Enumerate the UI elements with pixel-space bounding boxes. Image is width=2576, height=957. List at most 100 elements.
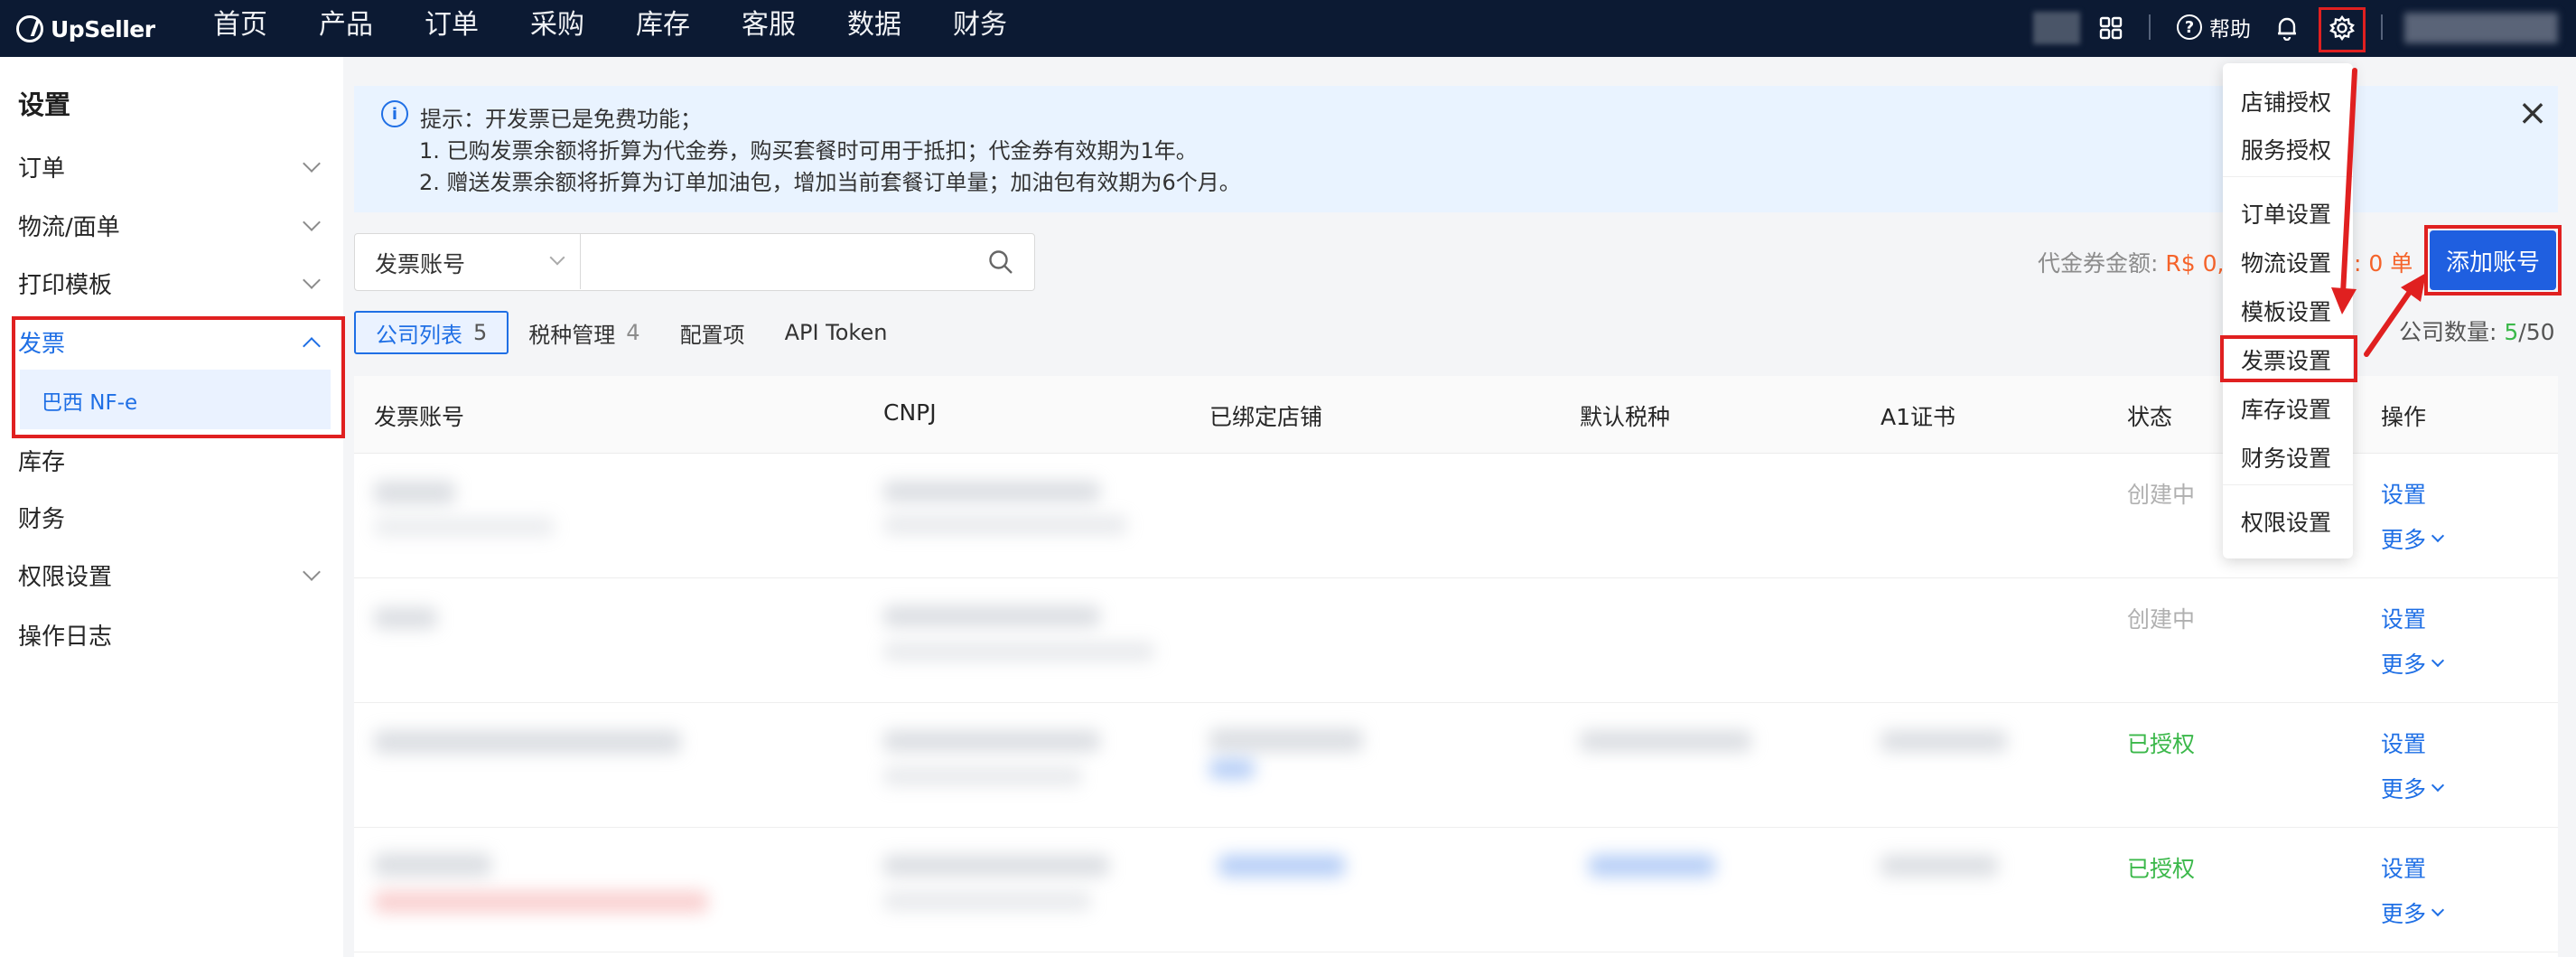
info-icon: i [381,100,408,127]
column-header: 操作 [2381,404,2427,430]
chevron-down-icon [2431,529,2445,543]
menu-item-shop-auth[interactable]: 店铺授权 [2241,85,2331,117]
chevron-down-icon [303,562,321,581]
row-settings-link[interactable]: 设置 [2381,727,2426,759]
blurred-account [374,853,491,877]
divider [2381,14,2383,40]
status-badge: 创建中 [2127,482,2196,508]
grid-icon[interactable] [2094,11,2128,45]
row-settings-link[interactable]: 设置 [2381,851,2426,884]
blurred-shop [1218,855,1345,877]
sidebar-item-operation-log[interactable]: 操作日志 [18,618,325,652]
nav-item-orders[interactable]: 订单 [425,0,479,57]
top-navbar: UpSeller 首页 产品 订单 采购 库存 客服 数据 财务 ? 帮助 [0,0,2576,57]
blurred-account-detail [374,517,555,537]
blurred-tax [1589,855,1715,877]
row-more-label: 更多 [2381,776,2427,802]
logo-mark-icon [16,15,43,42]
sidebar-item-label: 打印模板 [18,272,113,299]
tab-label: API Token [784,320,888,345]
help-label: 帮助 [2209,18,2251,42]
nav-item-purchase[interactable]: 采购 [530,0,584,57]
help-button[interactable]: ? 帮助 [2177,9,2251,45]
help-circle-icon: ? [2177,14,2202,40]
column-header: 状态 [2127,404,2173,430]
menu-item-service-auth[interactable]: 服务授权 [2241,133,2331,165]
notice-line: 1. 已购发票余额将折算为代金券，购买套餐时可用于抵扣；代金券有效期为1年。 [419,138,1198,164]
menu-item-logistics-settings[interactable]: 物流设置 [2241,246,2331,278]
sidebar-item-label: 权限设置 [18,564,113,591]
nav-item-data[interactable]: 数据 [847,0,901,57]
chevron-down-icon [2431,778,2445,793]
tab-api-token[interactable]: API Token [765,311,908,354]
nav-item-inventory[interactable]: 库存 [636,0,690,57]
row-more-label: 更多 [2381,652,2427,678]
tab-label: 税种管理 [528,322,616,348]
menu-item-order-settings[interactable]: 订单设置 [2241,197,2331,230]
status-badge: 已授权 [2127,856,2196,882]
search-input[interactable] [584,238,964,285]
settings-sidebar: 设置 订单 物流/面单 打印模板 发票 巴西 NF-e 库存 财务 权限设置 操… [0,57,343,957]
tab-label: 公司列表 [376,322,462,348]
settings-dropdown-menu: 店铺授权 服务授权 订单设置 物流设置 模板设置 发票设置 库存设置 财务设置 … [2223,63,2353,558]
sidebar-item-logistics[interactable]: 物流/面单 [18,209,325,242]
blurred-cnpj [883,730,1100,752]
menu-item-finance-settings[interactable]: 财务设置 [2241,441,2331,474]
tab-company-list[interactable]: 公司列表 5 [354,311,509,354]
invoice-settings-highlight-box [2220,335,2357,382]
search-field-select[interactable]: 发票账号 [355,234,581,289]
row-more-label: 更多 [2381,527,2427,553]
main-nav: 首页 产品 订单 采购 库存 客服 数据 财务 [213,0,1059,57]
tab-configuration[interactable]: 配置项 [660,311,765,354]
blurred-cnpj-detail [883,515,1127,535]
nav-item-products[interactable]: 产品 [319,0,373,57]
menu-item-inventory-settings[interactable]: 库存设置 [2241,392,2331,425]
menu-divider [2223,176,2353,177]
column-header: CNPJ [883,399,937,426]
column-header: 已绑定店铺 [1209,404,1323,430]
blurred-shop-tag [1209,759,1255,779]
chevron-down-icon [303,212,321,231]
company-count-label: 公司数量: [2399,319,2505,345]
app-logo[interactable]: UpSeller [16,9,155,49]
table-row: 已授权 设置 更多 [354,828,2558,952]
nav-item-service[interactable]: 客服 [742,0,796,57]
row-settings-link[interactable]: 设置 [2381,602,2426,634]
notice-line: 提示：开发票已是免费功能； [420,107,702,132]
chevron-down-icon [549,249,565,266]
sidebar-item-label: 操作日志 [18,624,113,651]
tab-tax-management[interactable]: 税种管理 4 [509,311,659,354]
row-settings-link[interactable]: 设置 [2381,477,2426,510]
logo-text: UpSeller [51,15,155,42]
blurred-shop-selector[interactable] [2033,12,2080,44]
sidebar-item-print-templates[interactable]: 打印模板 [18,267,325,300]
sidebar-item-permissions[interactable]: 权限设置 [18,558,325,592]
company-count-current: 5 [2504,319,2519,345]
row-more-dropdown[interactable]: 更多 [2381,522,2445,555]
bell-icon[interactable] [2270,11,2304,45]
sidebar-item-orders[interactable]: 订单 [18,150,325,183]
blurred-cnpj [883,481,1100,502]
blurred-account [374,607,437,629]
tab-bar: 公司列表 5 税种管理 4 配置项 API Token [354,311,907,354]
sidebar-item-inventory[interactable]: 库存 [18,444,325,477]
chevron-down-icon [303,270,321,289]
sidebar-item-finance[interactable]: 财务 [18,501,325,534]
search-icon[interactable] [987,249,1014,276]
menu-item-permission-settings[interactable]: 权限设置 [2241,505,2331,538]
status-badge: 创建中 [2127,606,2196,633]
blurred-account [374,730,681,754]
row-more-dropdown[interactable]: 更多 [2381,772,2445,804]
nav-item-finance[interactable]: 财务 [953,0,1007,57]
menu-item-template-settings[interactable]: 模板设置 [2241,295,2331,327]
blurred-cert [1881,855,1998,877]
row-more-dropdown[interactable]: 更多 [2381,647,2445,680]
divider [2149,14,2151,40]
nav-item-home[interactable]: 首页 [213,0,267,57]
order-pack-count: : 0 单 [2354,250,2413,277]
close-icon[interactable]: × [2513,93,2553,133]
tab-count: 5 [473,320,488,345]
search-field-select-value: 发票账号 [375,251,466,277]
row-more-dropdown[interactable]: 更多 [2381,896,2445,929]
blurred-user-account[interactable] [2404,13,2558,43]
